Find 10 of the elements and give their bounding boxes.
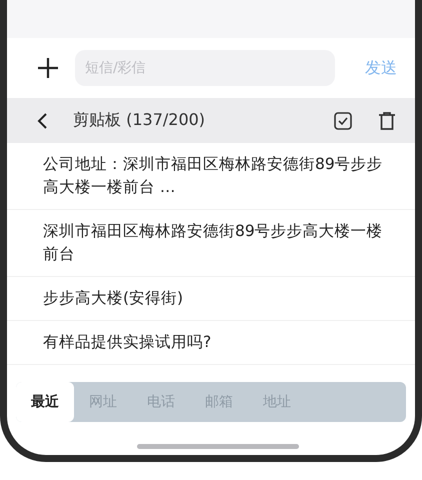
clipboard-item[interactable]: 有样品提供实操试用吗? bbox=[7, 321, 415, 365]
clipboard-item[interactable]: 深圳市福田区梅林路安德街89号步步高大楼一楼前台 bbox=[7, 210, 415, 277]
back-icon[interactable] bbox=[35, 112, 49, 130]
clipboard-item[interactable]: 步步高大楼(安得街) bbox=[7, 277, 415, 321]
select-all-icon[interactable] bbox=[333, 110, 353, 130]
clipboard-item[interactable]: 公司地址：深圳市福田区梅林路安德街89号步步高大楼一楼前台 … bbox=[7, 143, 415, 210]
category-tab[interactable]: 最近 bbox=[16, 382, 74, 422]
clipboard-title: 剪贴板 (137/200) bbox=[73, 110, 206, 131]
plus-icon[interactable] bbox=[37, 57, 59, 79]
trash-icon[interactable] bbox=[377, 110, 397, 130]
